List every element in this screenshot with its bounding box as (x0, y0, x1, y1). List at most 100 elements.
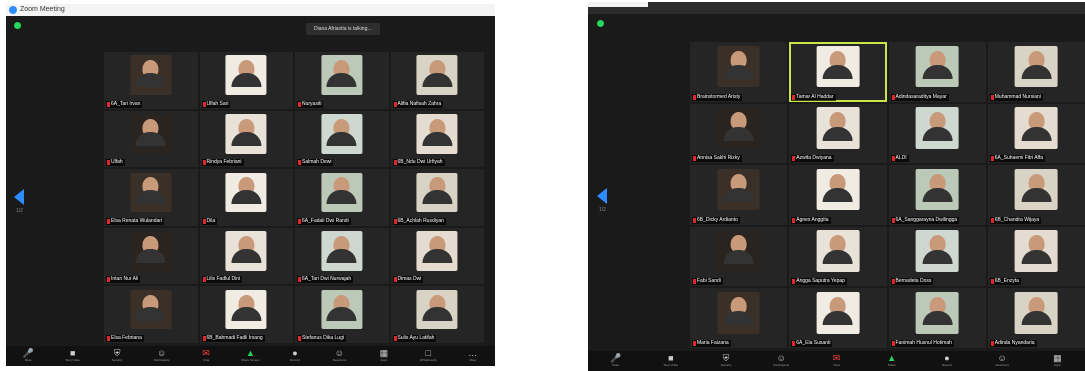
participant-video (717, 230, 761, 273)
participant-tile[interactable]: Adinda Nyandaria (987, 288, 1085, 348)
participant-name: Fabi Sandi (692, 278, 723, 286)
participant-tile[interactable]: Elsa Febriana (104, 286, 198, 343)
participant-tile[interactable]: Azwita Dwiyana (789, 103, 887, 164)
participant-tile[interactable]: Agnes Anggita (789, 165, 887, 225)
chat-button[interactable]: ✉ Chat (194, 348, 218, 364)
security-icon: ⛨ (722, 353, 730, 363)
participant-tile[interactable]: 6B_Bahmadi Fadli Irsang (199, 286, 293, 343)
video-icon: ■ (668, 353, 674, 363)
participant-tile[interactable]: 6B_Chandra Wijaya (987, 165, 1085, 225)
participant-video (717, 45, 761, 88)
mic-button[interactable]: 🎤 Mute (604, 353, 628, 369)
participant-video (416, 113, 458, 154)
apps-button[interactable]: ▦ Apps (1045, 353, 1069, 369)
record-button[interactable]: ● Record (283, 348, 307, 364)
participant-video (915, 291, 959, 334)
share-screen-icon: ▲ (887, 353, 897, 363)
participant-video (321, 55, 363, 95)
participant-video (816, 291, 860, 334)
video-button[interactable]: ■ Stop Video (61, 348, 85, 364)
participant-tile[interactable]: 6B_Ndu Dwi Urfiyah (390, 110, 484, 168)
participant-tile[interactable]: 6B_Achlah Rusdiyan (390, 169, 484, 226)
participant-tile[interactable]: 6A_Tari Irvan (104, 52, 198, 109)
reactions-button[interactable]: ☺ Reactions (327, 348, 351, 364)
participant-name: Lilis Fadlul Dini (201, 276, 243, 284)
security-button[interactable]: ⛨ Security (105, 348, 129, 364)
participant-tile[interactable]: Elsa Renata Wulandari (104, 169, 198, 226)
video-button[interactable]: ■ Stop Video (659, 353, 683, 369)
participant-name: 6B_Bahmadi Fadli Irsang (201, 334, 265, 342)
participant-name: 6A_Tari Dwi Nurwajah (297, 276, 354, 284)
participant-body (822, 126, 853, 141)
participant-body (723, 126, 754, 141)
participant-tile[interactable]: Stefanus Dika Lugi (295, 286, 389, 343)
participant-name: Sulis Ayu Latifah (392, 334, 437, 342)
participant-tile[interactable]: Bernadeta Doss (888, 226, 986, 287)
participant-tile[interactable]: Dimas Dwi (390, 227, 484, 285)
participant-tile[interactable]: Ulfah (104, 110, 198, 168)
participant-tile[interactable]: 6B_Dicky Ardianto (690, 165, 788, 225)
participant-body (1021, 64, 1052, 79)
participant-name: 6B_Ndu Dwi Urfiyah (392, 159, 445, 167)
participant-tile[interactable]: 6A_Fadali Dwi Randi (295, 169, 389, 226)
more-button[interactable]: … More (461, 348, 485, 364)
participant-name: Nuryasiti (297, 100, 324, 108)
participant-tile[interactable]: Alifia Nafisah Zahra (390, 52, 484, 109)
participant-name: 6B_Dicky Ardianto (692, 216, 740, 224)
participant-tile[interactable]: Angga Saputra Yepap (789, 226, 887, 287)
participants-icon: ☺ (776, 353, 786, 363)
encryption-shield-icon[interactable] (597, 20, 604, 27)
participant-tile[interactable]: Salmah Dewi (295, 110, 389, 168)
participant-tile[interactable]: 6A_Tari Dwi Nurwajah (295, 227, 389, 285)
mic-button[interactable]: 🎤 Mute (16, 348, 40, 364)
record-button[interactable]: ● Record (935, 353, 959, 369)
participant-tile[interactable]: 6A_Ela Susanti (789, 288, 887, 348)
participant-tile[interactable]: 6A_Suhaemi Fitri Affa (987, 103, 1085, 164)
participant-tile[interactable]: ALDI (888, 103, 986, 164)
participant-tile[interactable]: Muhammad Nursiani (987, 42, 1085, 102)
participant-tile[interactable]: 6A_Sanggarayna Dwilingga (888, 165, 986, 225)
participant-tile[interactable]: Dila (199, 169, 293, 226)
share-screen-button[interactable]: ▲ Share (880, 353, 904, 369)
apps-button[interactable]: ▦ Apps (372, 348, 396, 364)
participant-tile[interactable]: Adindasaraditya Mayar (888, 42, 986, 102)
share-screen-button[interactable]: ▲ Share Screen (239, 348, 263, 364)
reactions-button[interactable]: ☺ Reactions (990, 353, 1014, 369)
participant-video (915, 230, 959, 273)
participant-tile[interactable]: Sulis Ayu Latifah (390, 286, 484, 343)
participant-name: Brainstormed Aristy (692, 93, 743, 101)
title-bar: Zoom Meeting (6, 4, 495, 16)
participant-tile[interactable]: Ulfah Sari (199, 52, 293, 109)
participant-tile[interactable]: Maria Faizana (690, 288, 788, 348)
video-icon: ■ (69, 348, 76, 358)
participant-video (816, 168, 860, 211)
toolbar-label: Apps (380, 358, 388, 362)
security-button[interactable]: ⛨ Security (714, 353, 738, 369)
participant-name: Dimas Dwi (392, 276, 424, 284)
participant-body (723, 64, 754, 79)
whiteboard-button[interactable]: □ Whiteboards (416, 348, 440, 364)
participant-video (130, 172, 172, 213)
participant-video (1014, 168, 1058, 211)
chat-button[interactable]: ✉ Chat (825, 353, 849, 369)
participant-tile[interactable]: Fabi Sandi (690, 226, 788, 287)
participant-name: Stefanus Dika Lugi (297, 334, 346, 342)
participant-tile[interactable]: Nuryasiti (295, 52, 389, 109)
participant-tile[interactable]: Rindya Febriani (199, 110, 293, 168)
participant-body (723, 188, 754, 203)
participant-tile[interactable]: 6B_Enzyta (987, 226, 1085, 287)
previous-page-arrow-icon[interactable] (597, 188, 607, 204)
participants-button[interactable]: ☺ Participants (150, 348, 174, 364)
participant-tile[interactable]: Brainstormed Aristy (690, 42, 788, 102)
participant-tile[interactable]: Intan Nur Ali (104, 227, 198, 285)
previous-page-arrow-icon[interactable] (14, 189, 24, 205)
participants-button[interactable]: ☺ Participants (769, 353, 793, 369)
participant-name: Dila (201, 217, 218, 225)
participant-tile[interactable]: Fanimah Husnul Hotimah (888, 288, 986, 348)
participant-tile[interactable]: Annisa Sakhi Rizky (690, 103, 788, 164)
encryption-shield-icon[interactable] (14, 22, 21, 29)
participant-body (326, 73, 357, 88)
participant-tile[interactable]: Tamar Al Haddar (789, 42, 887, 102)
zoom-app-icon (9, 6, 17, 14)
participant-tile[interactable]: Lilis Fadlul Dini (199, 227, 293, 285)
